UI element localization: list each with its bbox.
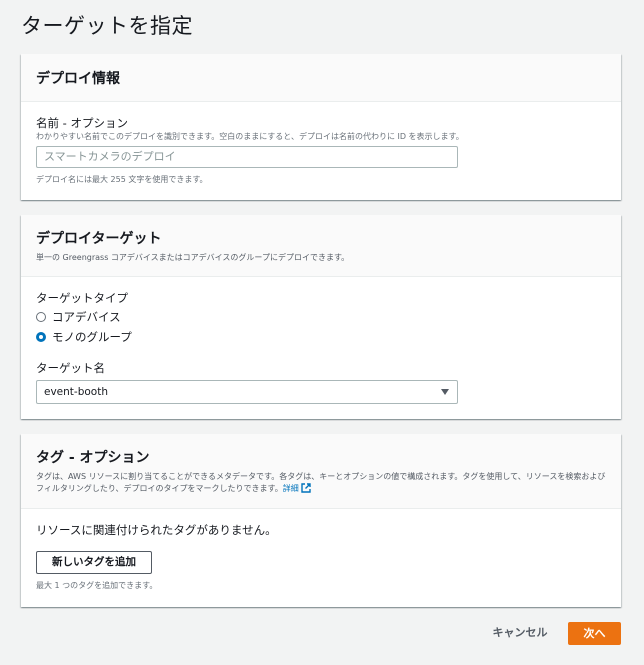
target-name-value: event-booth (44, 386, 108, 398)
cancel-button[interactable]: キャンセル (484, 622, 556, 644)
caret-down-icon (441, 389, 449, 395)
deployment-name-input[interactable]: スマートカメラのデプロイ (36, 146, 458, 168)
radio-core-device[interactable]: コアデバイス (36, 309, 121, 325)
tag-limit-hint: 最大 1 つのタグを追加できます。 (36, 581, 158, 590)
radio-button-selected[interactable] (36, 332, 46, 342)
next-button[interactable]: 次へ (568, 622, 621, 645)
target-type-label: ターゲットタイプ (36, 291, 128, 305)
add-tag-button[interactable]: 新しいタグを追加 (36, 551, 152, 574)
deploy-target-description: 単一の Greengrass コアデバイスまたはコアデバイスのグループにデプロイ… (36, 253, 350, 262)
radio-label-thing-group: モノのグループ (52, 330, 132, 344)
learn-more-link[interactable]: 詳細 (282, 483, 311, 494)
no-tags-message: リソースに関連付けられたタグがありません。 (36, 523, 277, 537)
deploy-info-header: デプロイ情報 (21, 54, 621, 102)
tags-title: タグ - オプション (36, 450, 150, 466)
external-link-icon (301, 483, 311, 494)
name-label: 名前 - オプション (36, 116, 128, 130)
deploy-target-header: デプロイターゲット 単一の Greengrass コアデバイスまたはコアデバイス… (21, 215, 621, 277)
deploy-target-title: デプロイターゲット (36, 231, 162, 247)
radio-thing-group[interactable]: モノのグループ (36, 329, 132, 345)
radio-button[interactable] (36, 312, 46, 322)
learn-more-label: 詳細 (282, 484, 299, 494)
tags-panel: タグ - オプション タグは、AWS リソースに割り当てることができるメタデータ… (21, 434, 621, 607)
tags-description: タグは、AWS リソースに割り当てることができるメタデータです。各タグは、キーと… (36, 471, 606, 496)
deploy-info-panel: デプロイ情報 名前 - オプション わかりやすい名前でこのデプロイを識別できます… (21, 54, 621, 200)
name-description: わかりやすい名前でこのデプロイを識別できます。空白のままにすると、デプロイは名前… (36, 132, 464, 141)
target-name-label: ターゲット名 (36, 361, 105, 375)
tags-header: タグ - オプション タグは、AWS リソースに割り当てることができるメタデータ… (21, 434, 621, 509)
tags-description-text: タグは、AWS リソースに割り当てることができるメタデータです。各タグは、キーと… (36, 472, 606, 494)
deploy-info-title: デプロイ情報 (36, 71, 120, 87)
target-name-select[interactable]: event-booth (36, 380, 458, 404)
deploy-target-panel: デプロイターゲット 単一の Greengrass コアデバイスまたはコアデバイス… (21, 215, 621, 419)
page-title: ターゲットを指定 (21, 14, 193, 38)
radio-label-core-device: コアデバイス (52, 310, 121, 324)
name-hint: デプロイ名には最大 255 文字を使用できます。 (36, 175, 208, 184)
